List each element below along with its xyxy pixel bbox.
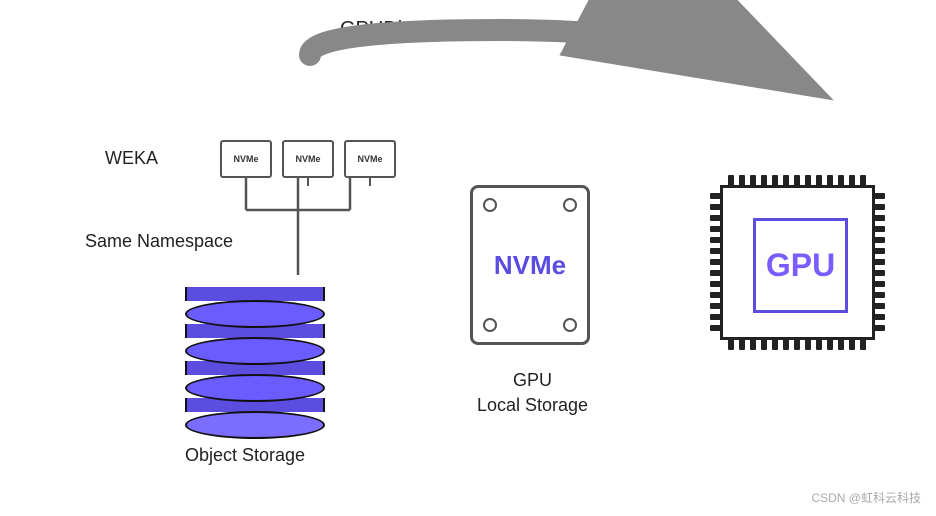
nvme-chip-2: NVMe [282, 140, 334, 178]
gpu-text: GPU [766, 247, 835, 284]
nvme-card: NVMe [470, 185, 590, 345]
nvme-corner-tl [483, 198, 497, 212]
weka-label: WEKA [105, 148, 158, 169]
nvme-corner-tr [563, 198, 577, 212]
gpu-local-label: GPU Local Storage [460, 368, 605, 418]
nvme-corner-bl [483, 318, 497, 332]
nvme-chips-row: NVMe NVMe NVMe [220, 140, 396, 178]
nvme-chip-1: NVMe [220, 140, 272, 178]
diagram-container: GPUDirect Storage WEKA Same Namespace NV… [0, 0, 936, 516]
gpu-inner-box: GPU [753, 218, 848, 313]
object-storage-disks [185, 265, 325, 439]
gpu-outer-box: GPU [720, 185, 875, 340]
nvme-corner-br [563, 318, 577, 332]
namespace-label: Same Namespace [85, 230, 233, 253]
nvme-chip-3: NVMe [344, 140, 396, 178]
gpu-chip-wrapper: GPU [710, 175, 885, 350]
gpudirect-label: GPUDirect Storage [340, 18, 511, 41]
object-storage-label: Object Storage [165, 445, 325, 466]
nvme-card-text: NVMe [494, 250, 566, 281]
watermark: CSDN @虹科云科技 [811, 489, 921, 506]
